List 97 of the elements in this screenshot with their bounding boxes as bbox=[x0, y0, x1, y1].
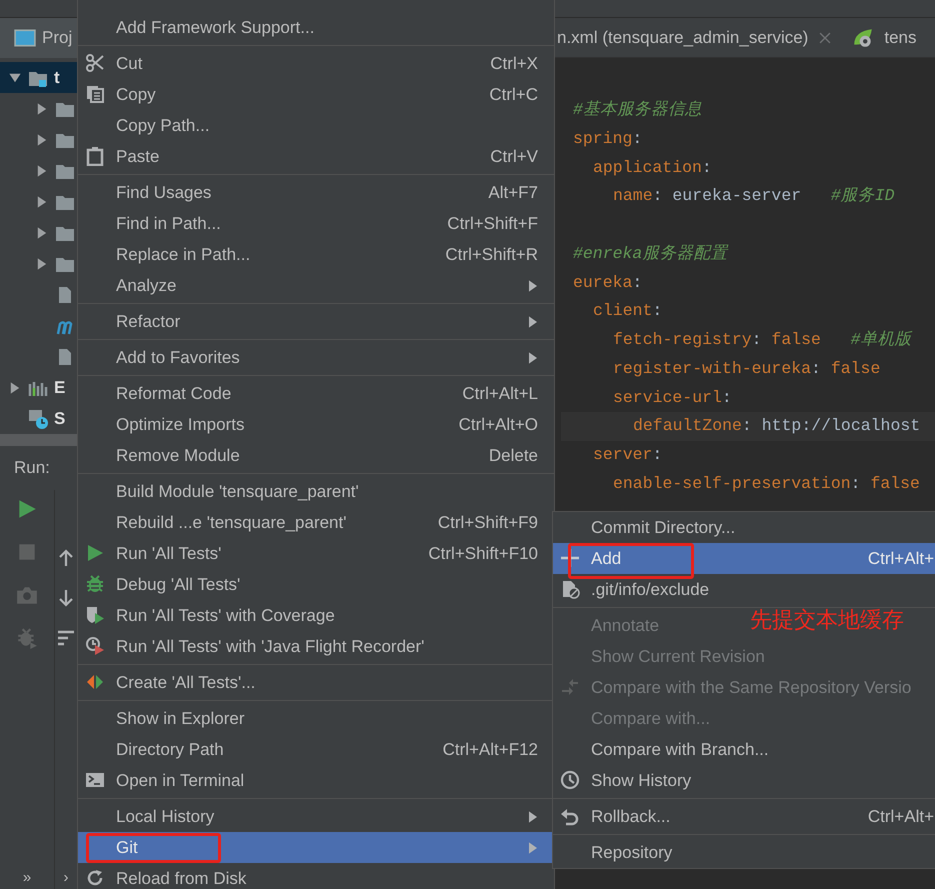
terminal-icon bbox=[85, 770, 105, 790]
menu-item[interactable]: Run 'All Tests' Ctrl+Shift+F10 bbox=[78, 538, 554, 569]
menu-item[interactable]: Add to Favorites bbox=[78, 342, 554, 373]
shortcut-text: Ctrl+Alt+L bbox=[461, 382, 538, 405]
window-icon bbox=[14, 27, 36, 49]
code-line: eureka: bbox=[572, 272, 644, 294]
code-line: enable-self-preservation: false bbox=[612, 472, 921, 495]
shortcut-text: Ctrl+Shift+R bbox=[444, 244, 538, 266]
scissors-icon bbox=[85, 53, 105, 73]
tree-row[interactable]: E bbox=[0, 372, 77, 403]
menu-item[interactable]: Rebuild ...e 'tensquare_parent' Ctrl+Shift+F9 bbox=[78, 507, 554, 538]
code-line: service-url: bbox=[612, 386, 733, 408]
shortcut-text: Ctrl+Shift+F bbox=[446, 212, 538, 235]
shortcut-text: Ctrl+Shift+F9 bbox=[436, 512, 538, 534]
shortcut-text: Alt+F7 bbox=[487, 182, 538, 204]
down-arrow-icon[interactable] bbox=[56, 588, 76, 608]
menu-item[interactable]: Find in Path... Ctrl+Shift+F bbox=[78, 208, 554, 239]
run-icon bbox=[85, 543, 105, 563]
run-panel-title: Run: bbox=[14, 457, 50, 480]
menu-item[interactable]: Remove Module Delete bbox=[78, 440, 554, 471]
menu-item[interactable]: Show in Explorer bbox=[78, 703, 245, 734]
shortcut-text: Ctrl+Alt+ bbox=[866, 548, 934, 570]
file-blocked-icon bbox=[560, 579, 580, 599]
menu-item[interactable]: Commit Directory... bbox=[553, 512, 736, 543]
shortcut-text: Ctrl+Alt+F12 bbox=[442, 738, 538, 761]
split-arrows-icon bbox=[85, 672, 105, 692]
menu-item[interactable]: Find Usages Alt+F7 bbox=[78, 177, 554, 208]
clipboard-icon bbox=[85, 146, 105, 166]
shortcut-text: Ctrl+X bbox=[489, 52, 538, 75]
menu-item[interactable]: Analyze bbox=[78, 270, 554, 301]
menu-item[interactable]: Reformat Code Ctrl+Alt+L bbox=[78, 378, 554, 409]
menu-item[interactable]: Run 'All Tests' with 'Java Flight Recorder' bbox=[78, 631, 424, 662]
code-line: client: bbox=[592, 300, 664, 322]
menu-item[interactable]: Refactor bbox=[78, 306, 554, 337]
tree-row[interactable]: S bbox=[0, 403, 77, 434]
menu-item[interactable]: Compare with Branch... bbox=[553, 734, 769, 765]
code-line: register-with-eureka: false bbox=[612, 358, 882, 380]
shield-run-icon bbox=[85, 605, 105, 625]
clock-run-icon bbox=[85, 636, 105, 656]
close-icon[interactable] bbox=[818, 30, 832, 44]
menu-item[interactable]: Rollback... Ctrl+Alt+ bbox=[553, 801, 935, 832]
menu-item[interactable]: Copy Path... bbox=[78, 110, 210, 141]
menu-item[interactable]: Show History bbox=[553, 765, 692, 796]
menu-item[interactable]: .git/info/exclude bbox=[553, 574, 710, 605]
more-button[interactable]: › bbox=[64, 866, 68, 889]
editor-tab[interactable]: n.xml (tensquare_admin_service) bbox=[557, 24, 842, 50]
menu-item[interactable]: Copy Ctrl+C bbox=[78, 79, 554, 110]
code-line: fetch-registry: false #单机版 bbox=[612, 329, 914, 351]
list-icon[interactable] bbox=[56, 628, 76, 648]
collapsed-triangle-icon[interactable] bbox=[35, 164, 49, 178]
collapsed-triangle-icon[interactable] bbox=[35, 194, 49, 208]
collapsed-triangle-icon[interactable] bbox=[35, 256, 49, 270]
scratch-clock-icon bbox=[28, 408, 48, 428]
copy-icon bbox=[85, 84, 105, 104]
menu-item[interactable]: Local History bbox=[78, 801, 554, 832]
collapsed-triangle-icon[interactable] bbox=[35, 102, 49, 116]
code-line: server: bbox=[592, 444, 664, 466]
annotation-text: 先提交本地缓存 bbox=[750, 606, 904, 634]
code-line: #基本服务器信息 bbox=[572, 99, 703, 121]
menu-item[interactable]: Replace in Path... Ctrl+Shift+R bbox=[78, 239, 554, 270]
menu-item[interactable]: Open in Terminal bbox=[78, 765, 244, 796]
shortcut-text: Ctrl+V bbox=[489, 146, 538, 168]
menu-item[interactable]: Directory Path Ctrl+Alt+F12 bbox=[78, 734, 554, 765]
code-line: #enreka服务器配置 bbox=[572, 242, 730, 265]
menu-item[interactable]: Git bbox=[78, 832, 554, 863]
menu-item[interactable]: Optimize Imports Ctrl+Alt+O bbox=[78, 409, 554, 440]
bug-icon bbox=[85, 574, 105, 594]
menu-item[interactable]: Repository bbox=[553, 837, 672, 868]
menu-item[interactable]: Paste Ctrl+V bbox=[78, 141, 554, 172]
collapsed-triangle-icon[interactable] bbox=[35, 226, 49, 240]
code-line: spring: bbox=[572, 128, 644, 150]
menu-item[interactable]: Run 'All Tests' with Coverage bbox=[78, 600, 335, 631]
menu-item[interactable]: Create 'All Tests'... bbox=[78, 667, 256, 698]
menu-item[interactable]: Reload from Disk bbox=[78, 863, 246, 889]
tree-row[interactable]: t bbox=[0, 62, 77, 93]
collapsed-triangle-icon[interactable] bbox=[35, 132, 49, 146]
undo-arrow-icon bbox=[560, 806, 580, 826]
reload-icon bbox=[85, 868, 105, 888]
code-line: name: eureka-server #服务ID bbox=[612, 185, 896, 208]
shortcut-text: Delete bbox=[488, 444, 538, 467]
shortcut-text: Ctrl+Alt+ bbox=[866, 806, 934, 828]
collapsed-triangle-icon[interactable] bbox=[8, 380, 22, 394]
shortcut-text: Ctrl+Alt+O bbox=[458, 414, 538, 436]
more-button[interactable]: » bbox=[22, 866, 32, 889]
menu-item[interactable]: Add Framework Support... bbox=[78, 12, 314, 43]
menu-item[interactable]: Cut Ctrl+X bbox=[78, 48, 554, 79]
plus-icon bbox=[560, 548, 580, 568]
shortcut-text: Ctrl+C bbox=[488, 84, 538, 106]
clock-icon bbox=[560, 770, 580, 790]
code-line: application: bbox=[592, 156, 713, 178]
menu-item[interactable]: Build Module 'tensquare_parent' bbox=[78, 476, 359, 507]
leaf-gear-icon bbox=[852, 26, 874, 48]
shortcut-text: Ctrl+Shift+F10 bbox=[427, 542, 538, 565]
editor-tab[interactable]: tens bbox=[852, 24, 926, 50]
project-tab[interactable]: Proj bbox=[0, 18, 77, 58]
compare-arrows-icon bbox=[560, 677, 580, 697]
menu-item[interactable]: Debug 'All Tests' bbox=[78, 569, 240, 600]
